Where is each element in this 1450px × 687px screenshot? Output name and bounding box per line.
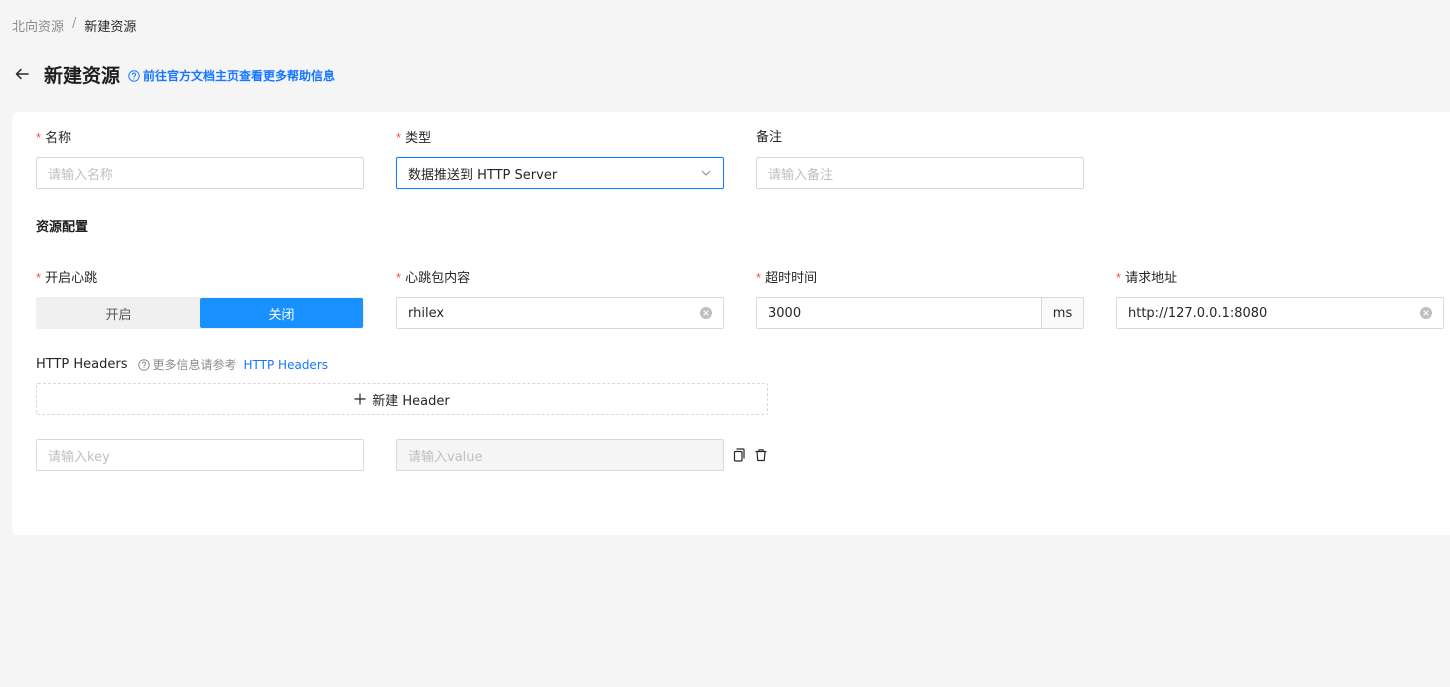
type-label: * 类型 xyxy=(396,129,431,148)
breadcrumb: 北向资源 / 新建资源 xyxy=(12,16,136,35)
name-placeholder: 请输入名称 xyxy=(48,167,114,183)
url-input[interactable]: http://127.0.0.1:8080 xyxy=(1116,297,1444,329)
http-headers-title: HTTP Headers xyxy=(36,357,128,372)
heartbeat-toggle: 开启 关闭 xyxy=(36,297,364,329)
heartbeat-label-text: 开启心跳 xyxy=(45,271,98,286)
timeout-unit: ms xyxy=(1042,297,1084,329)
url-label-text: 请求地址 xyxy=(1125,271,1178,286)
name-label-text: 名称 xyxy=(45,131,72,146)
help-link-text: 前往官方文档主页查看更多帮助信息 xyxy=(143,69,336,83)
type-select[interactable]: 数据推送到 HTTP Server xyxy=(396,157,724,189)
help-docs-link[interactable]: 前往官方文档主页查看更多帮助信息 xyxy=(128,67,335,84)
close-circle-icon[interactable] xyxy=(700,307,712,319)
remark-input[interactable]: 请输入备注 xyxy=(756,157,1084,189)
remark-label: 备注 xyxy=(756,130,783,145)
heartbeat-content-label-text: 心跳包内容 xyxy=(405,271,471,286)
section-title: 资源配置 xyxy=(36,220,89,235)
http-headers-row: HTTP Headers 更多信息请参考 HTTP Headers xyxy=(36,356,328,373)
type-select-value: 数据推送到 HTTP Server xyxy=(408,167,558,183)
copy-header-button[interactable] xyxy=(731,447,747,463)
url-value: http://127.0.0.1:8080 xyxy=(1128,305,1268,321)
required-mark: * xyxy=(396,130,402,145)
question-circle-icon xyxy=(137,358,150,371)
heartbeat-content-input[interactable]: rhilex xyxy=(396,297,724,329)
question-circle-icon xyxy=(128,69,140,82)
close-circle-icon[interactable] xyxy=(1420,307,1432,319)
http-headers-hint: 更多信息请参考 HTTP Headers xyxy=(137,356,328,373)
breadcrumb-separator: / xyxy=(72,16,77,31)
add-header-button[interactable]: 新建 Header xyxy=(36,383,768,415)
delete-header-button[interactable] xyxy=(753,447,769,463)
chevron-down-icon xyxy=(700,167,712,179)
timeout-label-text: 超时时间 xyxy=(765,271,818,286)
remark-placeholder: 请输入备注 xyxy=(768,167,834,183)
heartbeat-option-on[interactable]: 开启 xyxy=(37,298,200,328)
page-title: 新建资源 xyxy=(44,64,121,87)
breadcrumb-current: 新建资源 xyxy=(84,20,137,35)
add-header-label: 新建 Header xyxy=(372,393,450,409)
required-mark: * xyxy=(396,270,402,285)
plus-icon xyxy=(354,393,366,405)
page-header: 新建资源 前往官方文档主页查看更多帮助信息 xyxy=(12,60,335,88)
heartbeat-label: * 开启心跳 xyxy=(36,269,97,288)
delete-icon xyxy=(755,449,767,462)
required-mark: * xyxy=(36,130,42,145)
name-label: * 名称 xyxy=(36,129,71,148)
http-headers-hint-text: 更多信息请参考 xyxy=(152,358,237,372)
back-button[interactable] xyxy=(12,64,32,84)
timeout-label: * 超时时间 xyxy=(756,269,817,288)
header-key-placeholder: 请输入key xyxy=(48,449,110,465)
type-label-text: 类型 xyxy=(405,131,432,146)
copy-icon xyxy=(733,448,745,462)
breadcrumb-parent[interactable]: 北向资源 xyxy=(12,16,64,35)
header-value-placeholder: 请输入value xyxy=(408,449,483,465)
http-headers-doc-link[interactable]: HTTP Headers xyxy=(244,358,328,372)
url-label: * 请求地址 xyxy=(1116,269,1177,288)
timeout-input[interactable]: 3000 xyxy=(756,297,1042,329)
required-mark: * xyxy=(756,270,762,285)
heartbeat-option-off[interactable]: 关闭 xyxy=(200,298,363,328)
timeout-input-group: 3000 ms xyxy=(756,297,1084,329)
form-card: * 名称 * 类型 备注 请输入名称 数据推送到 HTTP Server 请输入备注… xyxy=(12,112,1450,535)
header-key-input[interactable]: 请输入key xyxy=(36,439,364,471)
required-mark: * xyxy=(36,270,42,285)
header-value-input[interactable]: 请输入value xyxy=(396,439,724,471)
arrow-left-icon xyxy=(15,68,29,80)
name-input[interactable]: 请输入名称 xyxy=(36,157,364,189)
heartbeat-content-value: rhilex xyxy=(408,305,445,321)
heartbeat-content-label: * 心跳包内容 xyxy=(396,269,470,288)
timeout-value: 3000 xyxy=(768,305,802,321)
required-mark: * xyxy=(1116,270,1122,285)
